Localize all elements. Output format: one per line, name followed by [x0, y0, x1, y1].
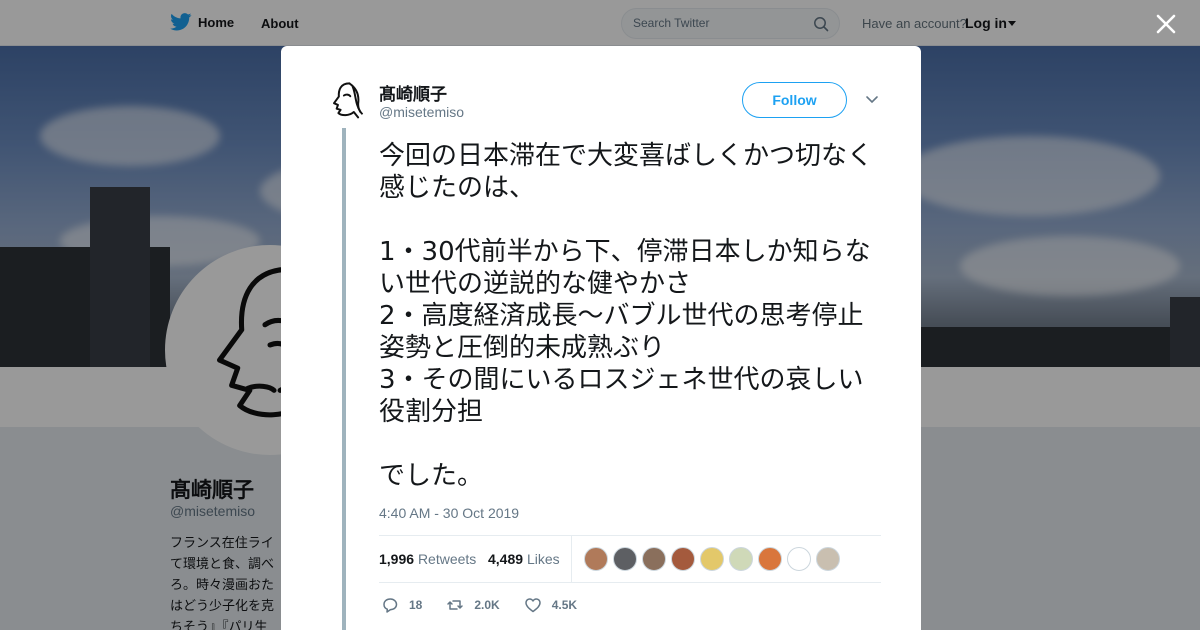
- like-button[interactable]: 4.5K: [524, 596, 577, 614]
- face-drawing-icon: [333, 82, 367, 119]
- liker-avatar[interactable]: [584, 547, 608, 571]
- liker-avatar[interactable]: [729, 547, 753, 571]
- tweet-modal: 髙崎順子 @misetemiso Follow 今回の日本滞在で大変喜ばしくかつ…: [281, 46, 921, 630]
- retweets-count: 1,996: [379, 551, 415, 567]
- likes-count: 4,489: [488, 551, 524, 567]
- tweet-author-handle[interactable]: @misetemiso: [379, 104, 464, 120]
- stats-divider: [571, 536, 572, 582]
- liker-avatar[interactable]: [816, 547, 840, 571]
- tweet-timestamp[interactable]: 4:40 AM - 30 Oct 2019: [379, 505, 519, 521]
- retweets-stat[interactable]: 1,996 Retweets: [379, 551, 476, 567]
- retweet-icon: [447, 600, 464, 610]
- liker-avatar[interactable]: [613, 547, 637, 571]
- reply-count: 18: [409, 598, 423, 612]
- reply-button[interactable]: 18: [381, 596, 422, 614]
- heart-icon: [524, 598, 541, 613]
- follow-button[interactable]: Follow: [742, 82, 847, 118]
- retweet-count: 2.0K: [474, 598, 500, 612]
- liker-avatar[interactable]: [787, 547, 811, 571]
- liker-avatars: [584, 547, 840, 571]
- thread-line: [342, 128, 346, 630]
- liker-avatar[interactable]: [758, 547, 782, 571]
- chevron-down-icon[interactable]: [865, 95, 879, 105]
- tweet-actions: 18 2.0K 4.5K: [381, 596, 601, 614]
- tweet-author-name[interactable]: 髙崎順子: [379, 80, 447, 105]
- likes-stat[interactable]: 4,489 Likes: [488, 551, 560, 567]
- tweet-stats: 1,996 Retweets 4,489 Likes: [379, 535, 881, 583]
- close-icon[interactable]: [1154, 12, 1178, 36]
- reply-icon: [383, 598, 398, 613]
- liker-avatar[interactable]: [642, 547, 666, 571]
- liker-avatar[interactable]: [700, 547, 724, 571]
- retweet-button[interactable]: 2.0K: [446, 596, 500, 614]
- tweet-text: 今回の日本滞在で大変喜ばしくかつ切なく感じたのは、 1・30代前半から下、停滞日…: [379, 141, 874, 491]
- tweet-author-avatar[interactable]: [323, 79, 367, 123]
- liker-avatar[interactable]: [671, 547, 695, 571]
- retweets-label: Retweets: [417, 551, 477, 567]
- likes-label: Likes: [526, 551, 560, 567]
- like-count: 4.5K: [551, 598, 578, 612]
